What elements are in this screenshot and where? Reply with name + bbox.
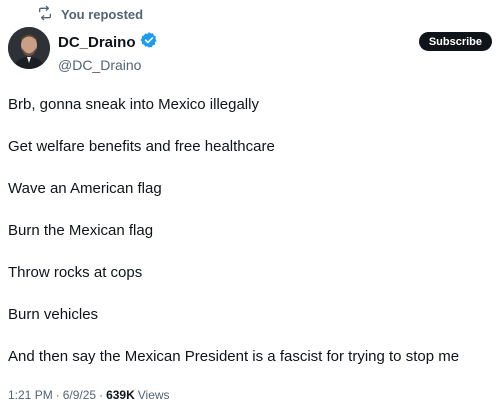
repost-icon bbox=[37, 5, 53, 24]
tweet-line: Burn vehicles bbox=[8, 306, 99, 323]
repost-indicator: You reposted bbox=[37, 5, 143, 24]
meta-separator: · bbox=[55, 388, 60, 402]
avatar[interactable] bbox=[8, 27, 50, 69]
tweet-meta: 1:21 PM · 6/9/25 · 639K Views bbox=[8, 388, 170, 402]
tweet-line: Wave an American flag bbox=[8, 180, 162, 197]
meta-separator: · bbox=[99, 388, 104, 402]
author-display-name[interactable]: DC_Draino bbox=[58, 34, 136, 51]
tweet-text: Brb, gonna sneak into Mexico illegally G… bbox=[8, 96, 493, 390]
tweet-line: Brb, gonna sneak into Mexico illegally bbox=[8, 96, 259, 113]
author-block: DC_Draino @DC_Draino bbox=[58, 31, 158, 73]
views-label: Views bbox=[137, 388, 170, 402]
views-count[interactable]: 639K bbox=[106, 388, 135, 402]
tweet-line: Get welfare benefits and free healthcare bbox=[8, 138, 275, 155]
tweet-line: Burn the Mexican flag bbox=[8, 222, 154, 239]
subscribe-button[interactable]: Subscribe bbox=[418, 32, 492, 51]
verified-badge-icon bbox=[139, 31, 158, 54]
tweet-line: And then say the Mexican President is a … bbox=[8, 348, 460, 365]
repost-label: You reposted bbox=[61, 7, 144, 22]
tweet-time[interactable]: 1:21 PM bbox=[8, 388, 53, 402]
tweet-date[interactable]: 6/9/25 bbox=[63, 388, 96, 402]
author-handle[interactable]: @DC_Draino bbox=[58, 57, 158, 73]
tweet-line: Throw rocks at cops bbox=[8, 264, 143, 281]
